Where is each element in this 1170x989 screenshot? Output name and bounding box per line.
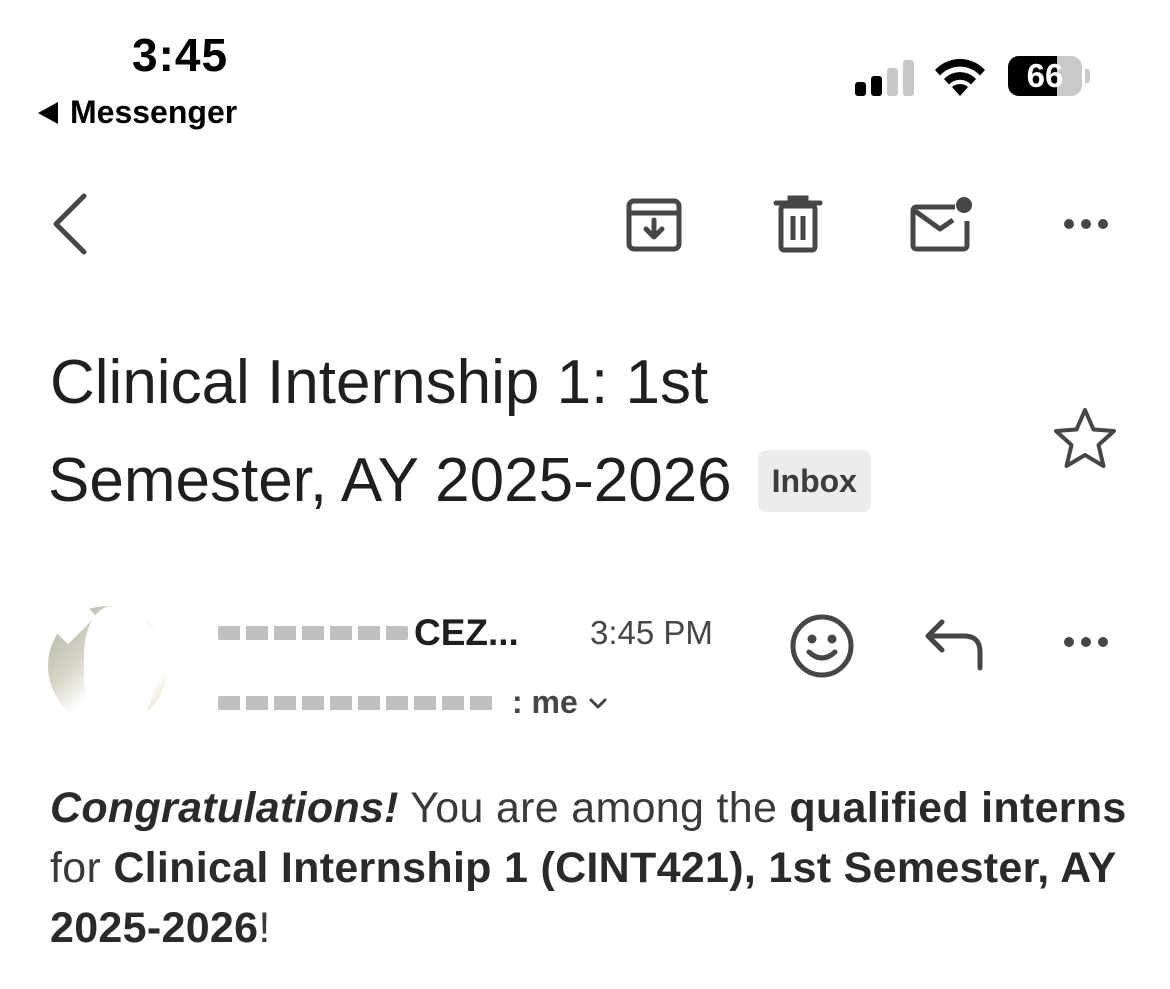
back-app-label: Messenger: [70, 94, 238, 130]
body-text-1: You are among the: [398, 784, 790, 832]
cellular-signal-icon: [855, 60, 914, 96]
email-body: Congratulations! You are among the quali…: [50, 778, 1130, 958]
status-time: 3:45: [132, 29, 229, 81]
battery-indicator: 66: [1008, 56, 1090, 96]
body-bold-1: qualified interns: [789, 784, 1127, 832]
body-text-2: for: [50, 844, 114, 892]
archive-icon: [626, 198, 682, 252]
delete-button[interactable]: [758, 188, 838, 260]
trash-icon: [773, 195, 823, 253]
subject-line-2: Semester, AY 2025-2026: [48, 446, 732, 515]
smiley-icon: [790, 614, 854, 678]
email-time: 3:45 PM: [590, 614, 713, 651]
inbox-label-chip[interactable]: Inbox: [757, 450, 871, 512]
star-button[interactable]: [1050, 404, 1120, 474]
email-subject: Clinical Internship 1: 1st Semester, AY …: [48, 334, 950, 530]
recipients-line[interactable]: : me: [218, 684, 610, 721]
mark-unread-button[interactable]: [902, 188, 982, 260]
message-more-button[interactable]: [1046, 610, 1126, 674]
sender-name-text: CEZ...: [414, 612, 519, 653]
battery-level: 66: [1026, 57, 1064, 94]
redacted-text: [218, 695, 498, 710]
recipients-text: : me: [512, 684, 578, 720]
more-horizontal-icon: [1064, 637, 1108, 647]
back-button[interactable]: [30, 184, 110, 264]
more-options-button[interactable]: [1046, 188, 1126, 260]
sender-avatar[interactable]: [48, 606, 168, 726]
body-bold-2: Clinical Internship 1 (CINT421), 1st Sem…: [50, 844, 1116, 952]
back-triangle-icon: [38, 101, 58, 124]
reply-icon: [925, 619, 983, 671]
redacted-text: [218, 626, 408, 640]
wifi-icon: [935, 59, 985, 96]
chevron-left-icon: [53, 193, 87, 255]
reply-button[interactable]: [920, 612, 992, 676]
more-horizontal-icon: [1064, 219, 1108, 229]
archive-button[interactable]: [614, 188, 694, 260]
mail-unread-icon: [910, 197, 972, 252]
body-congrats: Congratulations!: [50, 784, 399, 832]
back-to-app-link[interactable]: Messenger: [38, 94, 237, 131]
subject-line-1: Clinical Internship 1: 1st: [50, 348, 709, 417]
star-icon: [1054, 408, 1116, 468]
chevron-down-icon: [589, 698, 607, 708]
add-reaction-button[interactable]: [788, 612, 856, 680]
sender-name[interactable]: CEZ...: [218, 612, 519, 654]
body-text-3: !: [258, 904, 271, 952]
